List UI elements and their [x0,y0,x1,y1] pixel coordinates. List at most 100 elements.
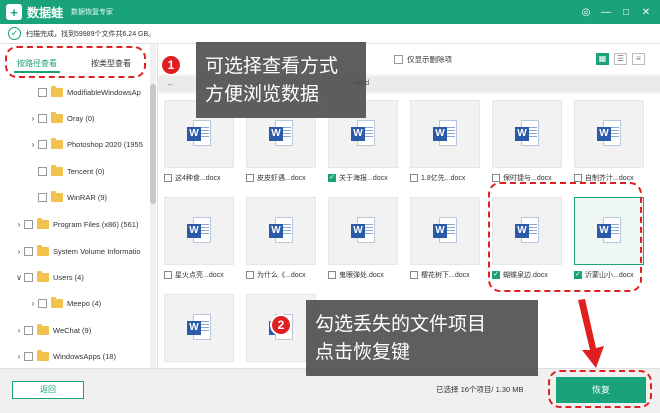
folder-icon [51,137,63,149]
word-doc-icon: W [433,217,457,245]
tree-item[interactable]: ∨ Users (4) [14,270,84,284]
only-deleted-checkbox[interactable] [394,55,403,64]
tree-item[interactable]: ModifiableWindowsAp [28,85,141,99]
tree-item-label: WeChat (9) [53,325,92,335]
word-doc-icon: W [433,120,457,148]
tree-expand-arrow[interactable]: › [14,220,24,229]
sidebar-scrollbar[interactable] [150,44,156,368]
tree-checkbox[interactable] [38,298,47,308]
tabs-highlight-dash [5,46,146,78]
tree-item[interactable]: › WindowsApps (18) [14,349,116,363]
file-name: 鬼眼弹处.docx [339,272,384,279]
file-checkbox[interactable] [246,271,254,279]
file-thumbnail[interactable]: W [246,197,316,265]
folder-icon [51,85,63,97]
tree-expand-arrow[interactable]: › [14,352,24,361]
tree-item[interactable]: › Meepo (4) [28,296,101,310]
file-checkbox[interactable] [164,271,172,279]
minimize-button[interactable]: — [596,7,616,18]
word-doc-icon: W [187,314,211,342]
tree-checkbox[interactable] [38,113,47,123]
tree-checkbox[interactable] [24,246,33,256]
tree-item[interactable]: › Program Files (x86) (561) [14,217,138,231]
file-item[interactable]: W 为什么《...docx [246,197,316,282]
file-item[interactable]: W 自制芥汁...docx [574,100,644,185]
tree-item[interactable]: Tencent (0) [28,164,105,178]
file-item[interactable]: W 保时捷与...docx [492,100,562,185]
file-item[interactable]: W 鬼眼弹处.docx [328,197,398,282]
tree-checkbox[interactable] [24,219,33,229]
step-2-badge: 2 [270,314,292,336]
folder-icon [37,217,49,229]
tree-item-label: Photoshop 2020 (1955 [67,139,143,149]
tree-item[interactable]: › System Volume Informatio [14,244,141,258]
word-doc-icon: W [351,120,375,148]
list-view-icon[interactable]: ☰ [614,53,627,65]
maximize-button[interactable]: □ [616,7,636,18]
file-item[interactable]: W [164,294,234,368]
tree-checkbox[interactable] [38,139,47,149]
tree-expand-arrow[interactable]: › [28,114,38,123]
file-thumbnail[interactable]: W [492,100,562,168]
tree-expand-arrow[interactable]: › [28,140,38,149]
file-name: 皮皮虾遇...docx [257,175,306,182]
file-caption: 皮皮虾遇...docx [246,173,318,183]
tree-checkbox[interactable] [38,166,47,176]
close-button[interactable]: ✕ [636,7,656,18]
file-thumbnail[interactable]: W [164,294,234,362]
tip-2-line-1: 勾选丢失的文件项目 [315,314,487,335]
back-arrow-icon[interactable]: ← [166,78,175,88]
only-deleted-filter[interactable]: 仅显示删除项 [394,54,452,65]
file-checkbox[interactable] [492,174,500,182]
file-name: 关于海报...docx [339,175,388,182]
file-thumbnail[interactable]: W [410,100,480,168]
tree-item[interactable]: › WeChat (9) [14,323,91,337]
folder-icon [37,244,49,256]
file-thumbnail[interactable]: W [574,100,644,168]
tree-checkbox[interactable] [24,272,33,282]
tree-item-label: ModifiableWindowsAp [67,87,141,97]
word-doc-icon: W [187,120,211,148]
sidebar: 按路径查看 按类型查看 ModifiableWindowsAp › Oray (… [0,44,158,368]
selected-files-highlight-dash [488,182,642,292]
file-thumbnail[interactable]: W [410,197,480,265]
tree-expand-arrow[interactable]: › [14,326,24,335]
file-name: 这4种食...docx [175,175,221,182]
file-checkbox[interactable] [410,271,418,279]
folder-icon [51,164,63,176]
folder-icon [37,349,49,361]
file-item[interactable]: W 1.8亿先...docx [410,100,480,185]
file-caption: ✓ 关于海报...docx [328,173,400,183]
file-caption: 星火点亮...docx [164,270,236,280]
title-bar: + 数据蛙 数据恢复专家 ◎ — □ ✕ [0,0,660,24]
file-caption: 为什么《...docx [246,270,318,280]
tree-checkbox[interactable] [24,351,33,361]
thumbnail-view-icon[interactable]: ▦ [596,53,609,65]
tree-item[interactable]: › Oray (0) [28,111,95,125]
file-item[interactable]: W 星火点亮...docx [164,197,234,282]
tree-item-label: WindowsApps (18) [53,351,116,361]
tree-expand-arrow[interactable]: › [28,299,38,308]
selection-info: 已选择 16个项目/ 1.30 MB [436,385,524,394]
file-checkbox[interactable] [410,174,418,182]
tree-checkbox[interactable] [24,325,33,335]
file-thumbnail[interactable]: W [164,197,234,265]
file-thumbnail[interactable]: W [328,197,398,265]
tree-expand-arrow[interactable]: › [14,247,24,256]
word-doc-icon: W [187,217,211,245]
file-checkbox[interactable] [164,174,172,182]
file-checkbox[interactable] [574,174,582,182]
tree-checkbox[interactable] [38,192,47,202]
file-checkbox[interactable] [328,271,336,279]
tree-expand-arrow[interactable]: ∨ [14,273,24,282]
file-checkbox[interactable]: ✓ [328,174,336,182]
scrollbar-thumb[interactable] [150,84,156,204]
tree-checkbox[interactable] [38,87,47,97]
detail-view-icon[interactable]: ≡ [632,53,645,65]
tree-item[interactable]: WinRAR (9) [28,190,107,204]
tree-item[interactable]: › Photoshop 2020 (1955 [28,137,143,151]
settings-icon[interactable]: ◎ [576,7,596,18]
back-button[interactable]: 返回 [12,381,84,399]
file-checkbox[interactable] [246,174,254,182]
file-item[interactable]: W 樱花树下...docx [410,197,480,282]
